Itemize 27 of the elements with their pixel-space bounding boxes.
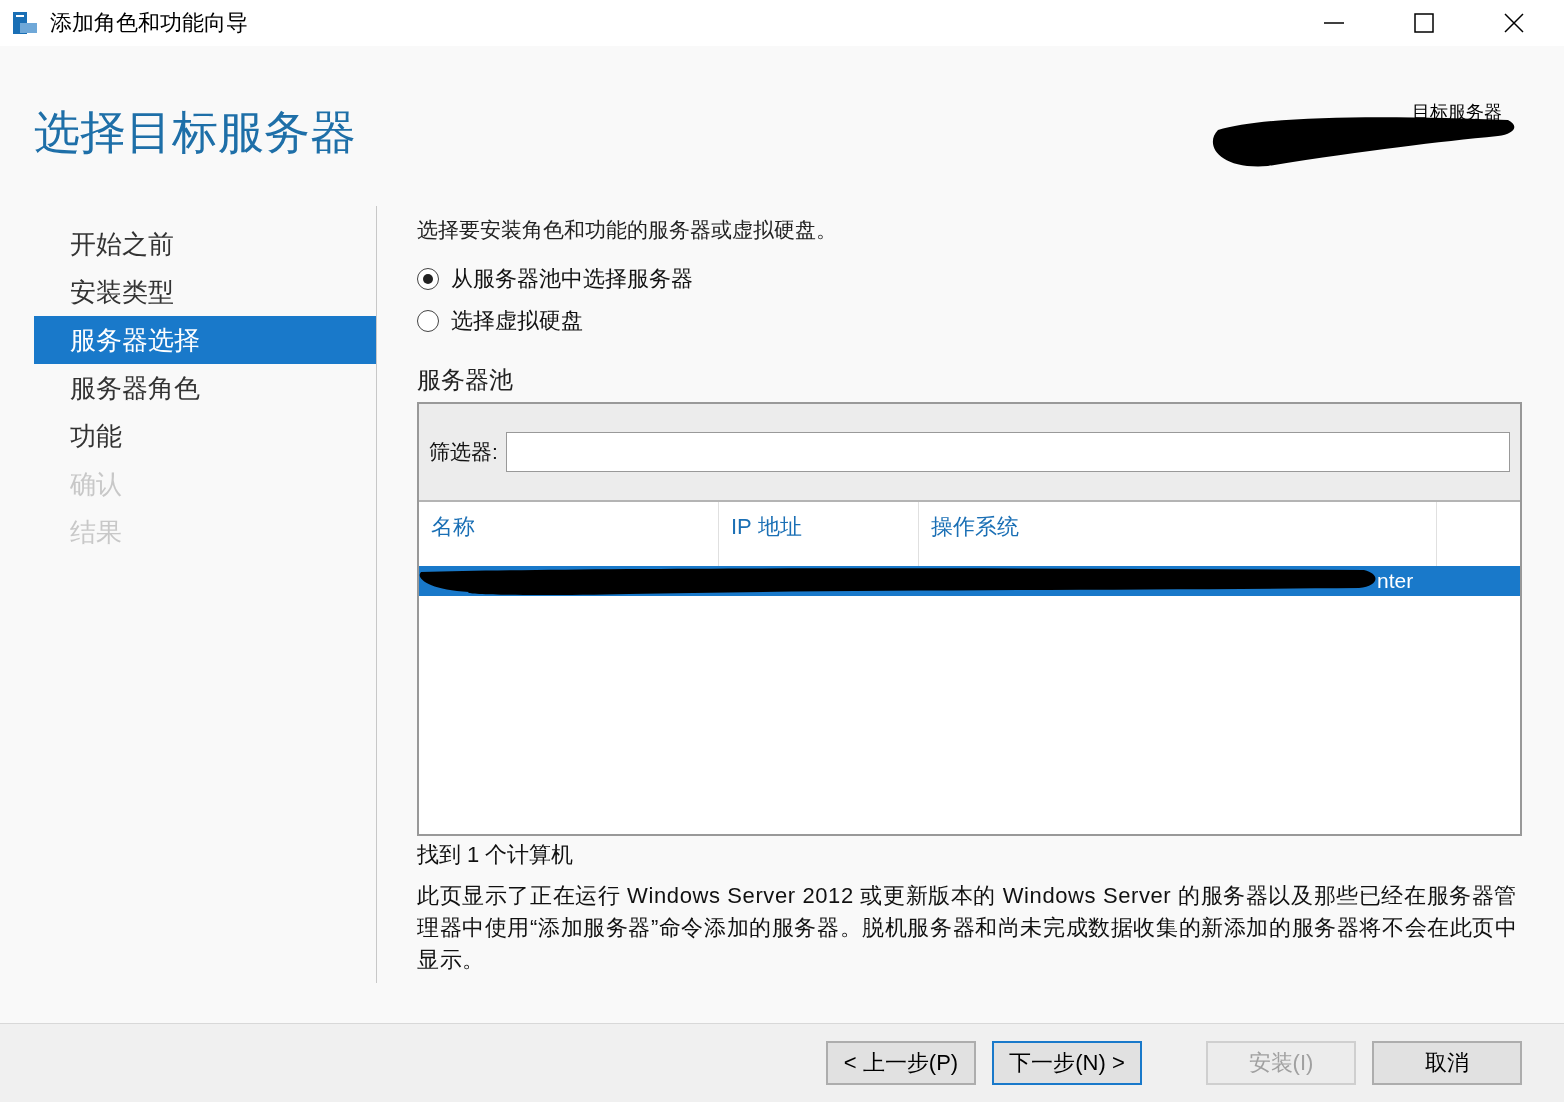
- filter-label: 筛选器:: [429, 439, 498, 465]
- radio-label: 选择虚拟硬盘: [451, 307, 583, 335]
- nav-item[interactable]: 功能: [34, 412, 376, 460]
- nav-item[interactable]: 开始之前: [34, 220, 376, 268]
- radio-option[interactable]: 从服务器池中选择服务器: [417, 264, 1522, 294]
- window-title: 添加角色和功能向导: [50, 9, 248, 37]
- instruction-text: 选择要安装角色和功能的服务器或虚拟硬盘。: [417, 217, 838, 243]
- close-icon[interactable]: [1504, 13, 1524, 33]
- filter-field[interactable]: [505, 432, 1510, 472]
- nav-item[interactable]: 服务器角色: [34, 364, 376, 412]
- radio-button[interactable]: [417, 310, 439, 332]
- wizard-icon: [12, 11, 38, 35]
- nav-item[interactable]: 服务器选择: [34, 316, 376, 364]
- nav-item[interactable]: 安装类型: [34, 268, 376, 316]
- radio-button[interactable]: [417, 268, 439, 290]
- wizard-button[interactable]: 取消: [1372, 1041, 1522, 1085]
- radio-option[interactable]: 选择虚拟硬盘: [417, 306, 1522, 336]
- server-row[interactable]: nter: [419, 566, 1520, 596]
- description-text: 此页显示了正在运行 Windows Server 2012 或更新版本的 Windows Server 的服务器以及那些已经在服务器管理器中使用“添加服务器”命令添加的服务器。脱机服务器和尚未完成数据收集的新添加的服务器将不会在此页中显示。: [417, 882, 1519, 974]
- wizard-button[interactable]: < 上一步(P): [826, 1041, 976, 1085]
- maximize-icon[interactable]: [1414, 13, 1434, 33]
- pool-title: 服务器池: [417, 365, 514, 395]
- page-title: 选择目标服务器: [33, 105, 356, 160]
- wizard-button[interactable]: 下一步(N) >: [992, 1041, 1142, 1085]
- result-count: 找到 1 个计算机: [417, 841, 575, 869]
- table-cell: nter: [1377, 569, 1414, 593]
- radio-label: 从服务器池中选择服务器: [451, 265, 693, 293]
